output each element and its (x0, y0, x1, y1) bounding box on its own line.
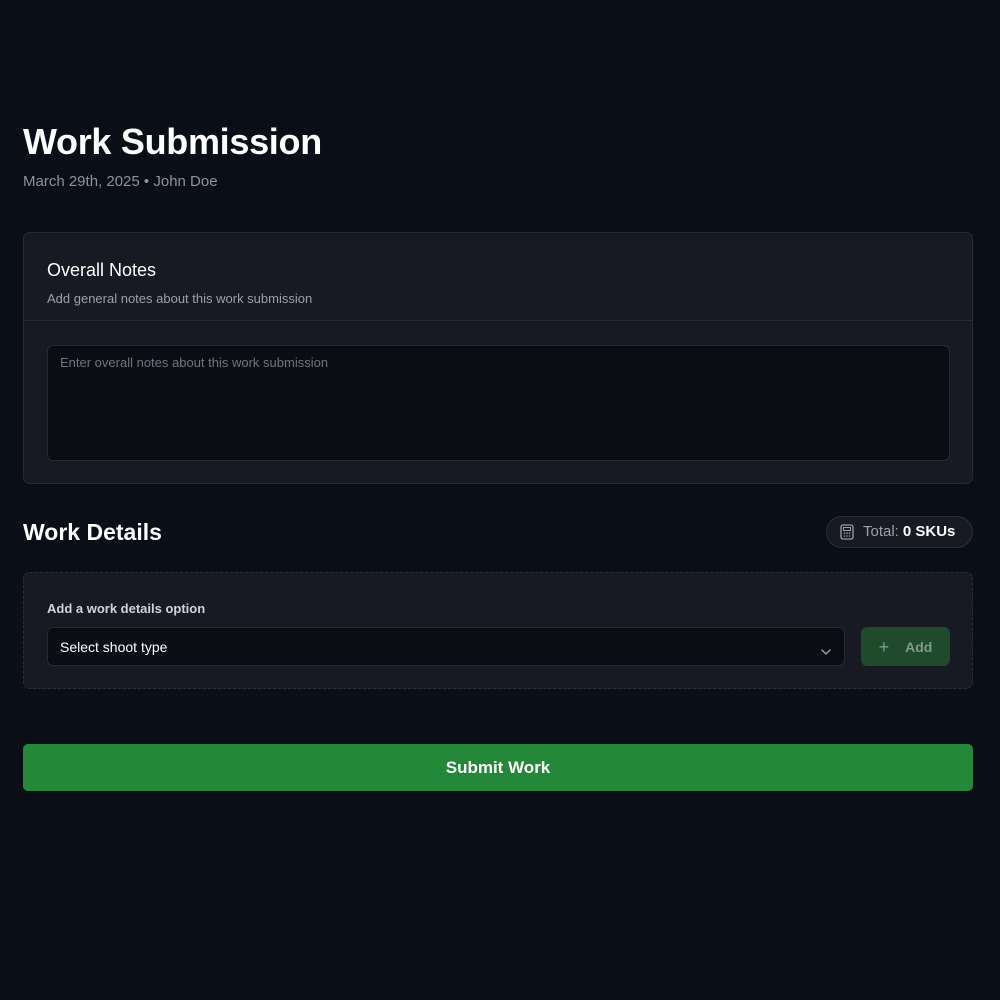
total-value: 0 SKUs (902, 523, 956, 540)
chevron-down-icon (820, 643, 832, 655)
submit-work-button[interactable]: Submit Work (23, 744, 973, 791)
submission-date: March 29th, 2025 (23, 173, 140, 190)
page-title: Work Submission (23, 121, 322, 162)
add-work-detail-button[interactable]: + Add (861, 627, 950, 666)
overall-notes-title: Overall Notes (47, 260, 157, 280)
overall-notes-header: Overall Notes Add general notes about th… (24, 233, 972, 321)
submission-author: John Doe (153, 173, 218, 190)
work-details-option-label: Add a work details option (47, 601, 206, 616)
shoot-type-select[interactable]: Select shoot type (47, 627, 845, 666)
work-submission-page: Work Submission March 29th, 2025 • John … (0, 0, 1000, 1000)
overall-notes-textarea[interactable] (47, 345, 950, 461)
total-label: Total: (863, 523, 899, 540)
plus-icon: + (878, 636, 890, 657)
page-subtitle: March 29th, 2025 • John Doe (23, 172, 218, 192)
overall-notes-description: Add general notes about this work submis… (47, 291, 313, 306)
calculator-icon (840, 524, 854, 540)
total-skus-badge: Total: 0 SKUs (826, 516, 973, 548)
work-details-card: Add a work details option Select shoot t… (23, 572, 973, 689)
add-button-label: Add (905, 638, 933, 655)
shoot-type-select-value: Select shoot type (60, 638, 168, 655)
work-details-title: Work Details (23, 519, 162, 545)
subtitle-separator: • (143, 173, 150, 190)
overall-notes-card: Overall Notes Add general notes about th… (23, 232, 973, 484)
